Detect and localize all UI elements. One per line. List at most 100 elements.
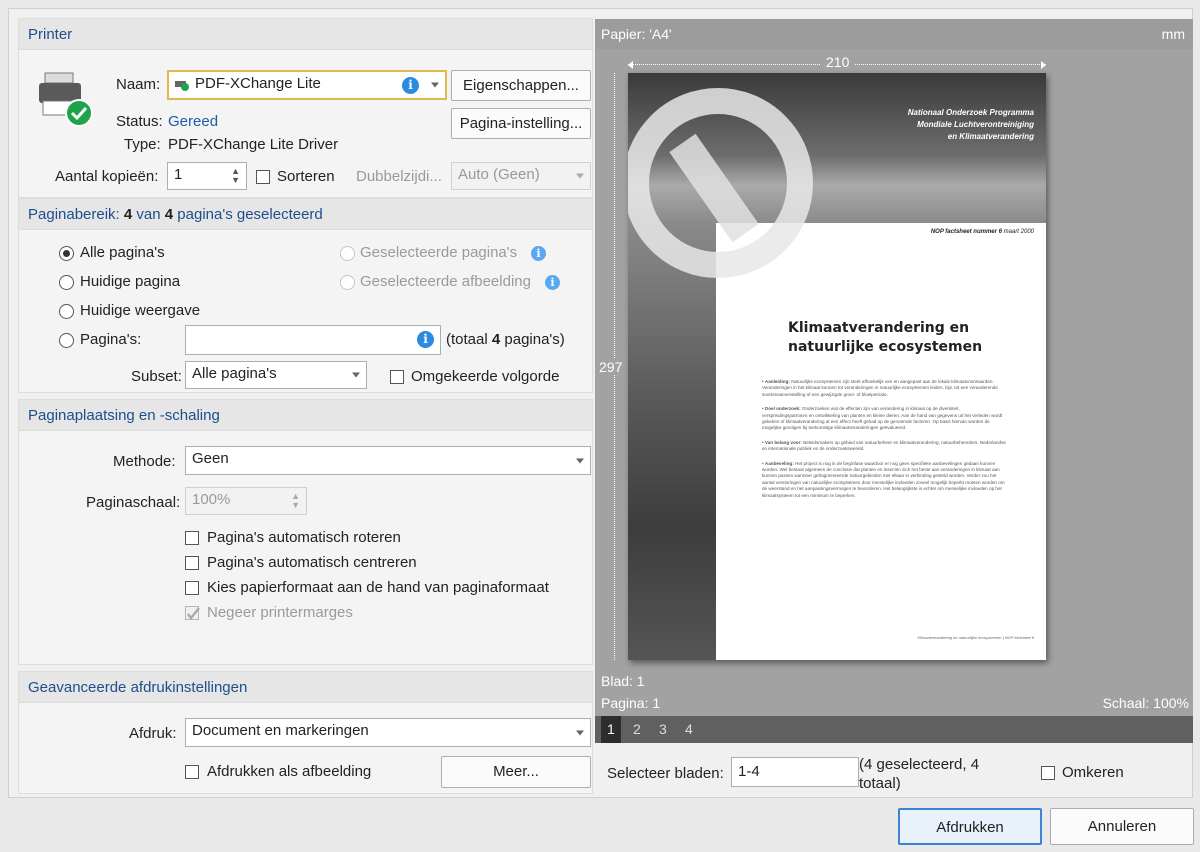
doc-header-line: Mondiale Luchtverontreiniging: [917, 120, 1034, 129]
method-select[interactable]: Geen: [185, 446, 591, 475]
selected-pages-radio[interactable]: [340, 246, 355, 261]
select-sheets-input[interactable]: 1-4: [731, 757, 859, 787]
stepper-arrows-icon[interactable]: ▲ ▼: [291, 492, 300, 510]
page-range-title: Paginabereik: 4 van 4 pagina's geselecte…: [19, 199, 592, 230]
reverse-order-checkbox[interactable]: [390, 370, 404, 384]
cancel-button[interactable]: Annuleren: [1050, 808, 1194, 845]
invert-label: Omkeren: [1062, 764, 1124, 781]
pages-input[interactable]: i: [185, 325, 441, 355]
pages-radio[interactable]: [59, 333, 74, 348]
page-tab-1[interactable]: 1: [601, 716, 621, 743]
printer-panel-title: Printer: [19, 19, 592, 50]
chevron-down-icon: [576, 730, 584, 735]
select-sheets-value: 1-4: [738, 763, 760, 780]
current-view-label: Huidige weergave: [80, 302, 201, 319]
current-page-radio[interactable]: [59, 275, 74, 290]
total-count: 4: [491, 331, 501, 348]
page-tab-2[interactable]: 2: [633, 721, 641, 737]
scale-readout: Schaal: 100%: [1102, 695, 1189, 711]
type-value: PDF-XChange Lite Driver: [168, 136, 339, 153]
duplex-label: Dubbelzijdi...: [356, 168, 442, 185]
placement-panel: Paginaplaatsing en -schaling Methode: Ge…: [18, 399, 593, 665]
collate-checkbox[interactable]: [256, 170, 270, 184]
paper-by-page-checkbox[interactable]: [185, 581, 199, 595]
ignore-margins-label: Negeer printermarges: [207, 604, 353, 621]
checkmark-icon: [187, 607, 200, 620]
range-of: van: [136, 206, 161, 223]
page-range-panel: Paginabereik: 4 van 4 pagina's geselecte…: [18, 198, 593, 393]
page-tab-3[interactable]: 3: [659, 721, 667, 737]
pages-label: Pagina's:: [80, 331, 142, 348]
width-value: 210: [821, 54, 855, 70]
page-preview: Nationaal Onderzoek Programma Mondiale L…: [628, 73, 1046, 660]
pages-info-icon[interactable]: i: [417, 331, 434, 348]
sheet-label: Blad: 1: [601, 673, 645, 689]
doc-title: Klimaatverandering en natuurlijke ecosys…: [788, 319, 982, 357]
selected-image-radio[interactable]: [340, 275, 355, 290]
range-total-count: 4: [164, 206, 174, 223]
doc-bullet: • Doel onderzoek: Onderzoeken wat de eff…: [762, 406, 1003, 431]
printer-info-icon[interactable]: i: [402, 77, 419, 94]
select-sheets-info: (4 geselecteerd, 4 totaal): [859, 756, 980, 791]
properties-button[interactable]: Eigenschappen...: [451, 70, 591, 101]
print-button[interactable]: Afdrukken: [898, 808, 1042, 845]
current-view-radio[interactable]: [59, 304, 74, 319]
subset-label: Subset:: [131, 368, 182, 385]
doc-title-line: natuurlijke ecosystemen: [788, 339, 983, 355]
chevron-down-icon: [352, 372, 360, 378]
doc-body: • Aanleiding: Natuurlijke ecosystemen zi…: [762, 379, 1006, 499]
doc-factsheet: NOP factsheet nummer 6: [930, 229, 1002, 235]
status-label: Status:: [116, 113, 163, 130]
selected-pages-label: Geselecteerde pagina's: [360, 244, 518, 261]
advanced-panel: Geavanceerde afdrukinstellingen Afdruk: …: [18, 671, 593, 794]
total-pages-text: (totaal 4 pagina's): [446, 331, 565, 348]
printer-icon: [33, 67, 103, 129]
page-tab-4[interactable]: 4: [685, 721, 693, 737]
printer-name-select[interactable]: PDF-XChange Lite i: [167, 70, 447, 100]
scale-label: Paginaschaal:: [86, 494, 181, 511]
duplex-select[interactable]: Auto (Geen): [451, 162, 591, 190]
copies-value: 1: [174, 166, 183, 183]
printer-panel: Printer Naam: PDF-XChange Lite i Eigensc…: [18, 18, 593, 198]
height-value: 297: [599, 359, 623, 375]
print-what-select[interactable]: Document en markeringen: [185, 718, 591, 747]
all-pages-label: Alle pagina's: [80, 244, 165, 261]
print-as-image-checkbox[interactable]: [185, 765, 199, 779]
printer-name-label: Naam:: [116, 76, 161, 93]
printer-name-value: PDF-XChange Lite: [195, 75, 321, 92]
chevron-down-icon: [431, 82, 439, 88]
selected-image-info-icon[interactable]: i: [545, 275, 560, 290]
doc-footer: Klimaatverandering en natuurlijke ecosys…: [917, 635, 1034, 640]
placement-title: Paginaplaatsing en -schaling: [19, 400, 592, 431]
doc-bullet: • Aanbeveling: Het project is nog in de …: [762, 460, 1005, 498]
method-value: Geen: [192, 450, 229, 467]
auto-center-checkbox[interactable]: [185, 556, 199, 570]
ignore-margins-checkbox[interactable]: [185, 606, 200, 620]
copies-label: Aantal kopieën:: [55, 168, 159, 185]
selected-pages-info-icon[interactable]: i: [531, 246, 546, 261]
scale-stepper[interactable]: 100% ▲ ▼: [185, 487, 307, 515]
preview-area[interactable]: Papier: 'A4' mm 210 297 Nationaal Onderz…: [595, 19, 1193, 743]
scale-value: 100%: [192, 491, 231, 508]
chevron-down-icon: [576, 173, 584, 179]
doc-date: maart 2000: [1003, 229, 1034, 235]
copies-stepper[interactable]: 1 ▲ ▼: [167, 162, 247, 190]
stepper-arrows-icon[interactable]: ▲ ▼: [231, 167, 240, 185]
printer-small-icon: [174, 78, 190, 92]
current-page-label: Huidige pagina: [80, 273, 181, 290]
selected-image-label: Geselecteerde afbeelding: [360, 273, 531, 290]
logo-graphic: [628, 88, 813, 278]
total-prefix: (totaal: [446, 331, 488, 348]
page-label: Pagina: 1: [601, 695, 661, 711]
doc-bullet: • Aanleiding: Natuurlijke ecosystemen zi…: [762, 379, 998, 397]
paper-by-page-label: Kies papierformaat aan de hand van pagin…: [207, 579, 549, 596]
subset-select[interactable]: Alle pagina's: [185, 361, 367, 389]
more-button[interactable]: Meer...: [441, 756, 591, 788]
print-as-image-label: Afdrukken als afbeelding: [207, 763, 372, 780]
auto-rotate-checkbox[interactable]: [185, 531, 199, 545]
preview-header: Papier: 'A4' mm: [595, 19, 1193, 49]
doc-bullet: • Van belang voor: Beleidsmakers op gebi…: [762, 439, 1006, 452]
page-setup-button[interactable]: Pagina-instelling...: [451, 108, 591, 139]
all-pages-radio[interactable]: [59, 246, 74, 261]
invert-checkbox[interactable]: [1041, 766, 1055, 780]
